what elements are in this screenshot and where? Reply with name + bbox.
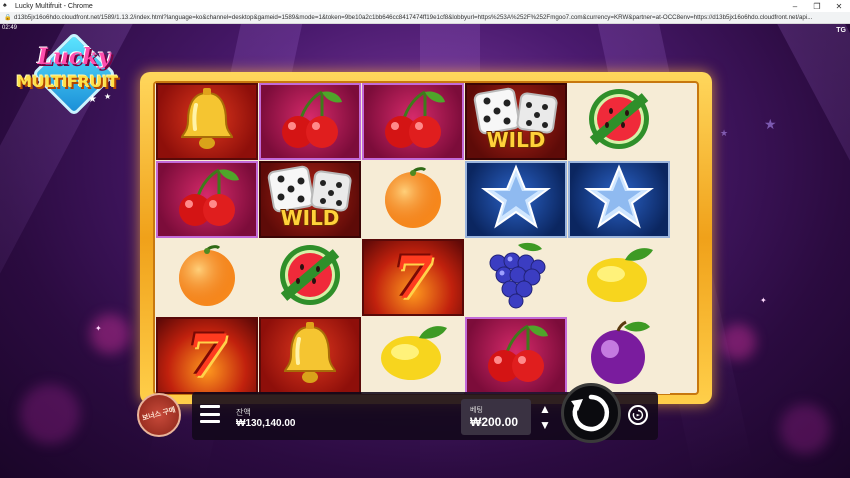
cherry-icon [480,322,552,389]
bokeh-light [90,314,130,354]
reel-cell: WILD [465,83,567,160]
autoplay-button[interactable] [628,405,648,425]
reel-cell [568,317,670,394]
reel-cell [156,239,258,316]
reel-cell [362,317,464,394]
tg-label: TG [836,27,846,34]
buy-bonus-button[interactable]: 보너스 구매 [137,393,181,437]
plum-icon [584,319,654,392]
orange-icon [173,242,241,313]
logo-star-icon: ★ [104,92,112,101]
background-star-icon: ★ [720,128,729,138]
background-star-icon: ★ [764,116,777,132]
bokeh-light [20,384,80,444]
watermelon-icon [583,85,655,158]
reel-frame: WILD WILD 7 7 [140,72,712,404]
wild-label: WILD [486,128,546,152]
bell-icon [277,321,343,390]
cherry-icon [171,166,243,233]
reel-cell [568,83,670,160]
url-text: d13b5jx16o6hdo.cloudfront.net/1589/1.13.… [14,14,813,21]
bet-value: ₩200.00 [470,415,519,429]
spin-button[interactable] [561,383,621,443]
balance-value: ₩130,140.00 [236,418,296,429]
close-icon[interactable]: ✕ [828,2,850,11]
watermelon-icon [274,241,346,314]
sparkle-icon: ✦ [95,324,102,333]
seven-icon: 7 [186,321,228,390]
light-ray [763,24,850,440]
game-logo: ★ ★ Lucky MULTIFRUIT [4,31,130,117]
cherry-icon [274,88,346,155]
reel-cell [465,161,567,238]
star-icon [480,164,552,235]
reel-cell [156,161,258,238]
lemon-icon [375,322,451,389]
wild-label: WILD [280,206,340,230]
reel-cell [568,161,670,238]
menu-icon[interactable] [200,405,220,423]
address-bar[interactable]: 🔒 d13b5jx16o6hdo.cloudfront.net/1589/1.1… [0,12,850,24]
bokeh-light [720,324,756,360]
bell-icon [174,87,240,156]
cherry-icon [377,88,449,155]
reel-cell [259,83,361,160]
reel-cell: 7 [156,317,258,394]
minimize-icon[interactable]: – [784,2,806,11]
lemon-icon [581,244,657,311]
maximize-icon[interactable]: ❐ [806,2,828,11]
reel-cell [568,239,670,316]
reel-cell [259,239,361,316]
orange-icon [379,164,447,235]
balance-label: 잔액 [236,408,251,417]
logo-multifruit-text: MULTIFRUIT [16,72,118,91]
grapes-icon [480,241,552,314]
reel-cell: 7 [362,239,464,316]
autoplay-icon [632,409,644,421]
clock: 02:49 [2,25,18,31]
bokeh-light [780,404,830,454]
lock-icon: 🔒 [4,15,12,21]
reel-cell [465,317,567,394]
bet-label: 베팅 [470,407,483,414]
reel-cell [156,83,258,160]
browser-titlebar: ♠ Lucky Multifruit - Chrome – ❐ ✕ [0,0,850,12]
logo-star-icon: ★ [88,94,97,105]
window-title: Lucky Multifruit - Chrome [15,2,93,10]
star-icon [583,164,655,235]
spin-icon [571,394,610,432]
bet-decrease-icon[interactable]: ▼ [537,418,553,432]
app-icon: ♠ [3,2,7,9]
reel-cell [259,317,361,394]
buy-bonus-label: 보너스 구매 [141,406,177,423]
reel-grid: WILD WILD 7 7 [156,83,698,395]
reel-cell [362,161,464,238]
logo-lucky-text: Lucky [37,44,111,70]
bet-increase-icon[interactable]: ▲ [537,402,553,416]
reel-cell [465,239,567,316]
reel-cell [362,83,464,160]
sparkle-icon: ✦ [760,296,767,305]
reel-cell: WILD [259,161,361,238]
seven-icon: 7 [392,243,434,312]
